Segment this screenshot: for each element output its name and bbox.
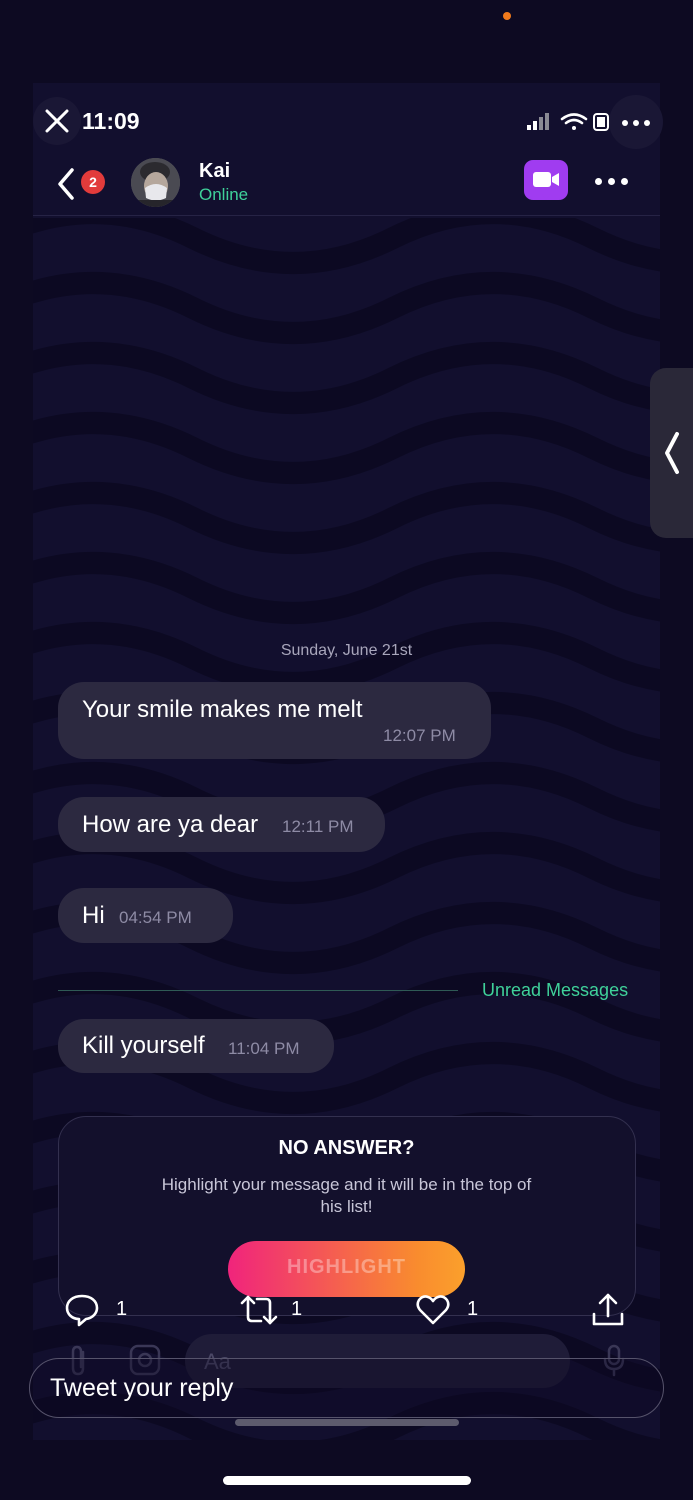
message-bubble[interactable]: How are ya dear 12:11 PM [58, 797, 385, 852]
scroll-indicator [235, 1419, 459, 1426]
share-action[interactable] [590, 1290, 630, 1330]
notification-dot [503, 12, 511, 20]
status-indicators [527, 113, 609, 131]
message-text: Kill yourself [82, 1032, 205, 1059]
message-text: How are ya dear [82, 811, 259, 838]
back-button[interactable] [52, 164, 82, 204]
message-time: 12:11 PM [282, 817, 354, 836]
side-panel-handle[interactable] [650, 368, 693, 538]
more-dot-icon [622, 120, 628, 126]
header-divider [33, 215, 660, 216]
battery-icon [593, 113, 609, 131]
browser-more-button[interactable] [609, 95, 663, 149]
heart-icon [416, 1295, 450, 1325]
message-time: 12:07 PM [383, 726, 456, 745]
more-dot-icon [621, 178, 628, 185]
close-button[interactable] [33, 97, 81, 145]
message-time: 11:04 PM [228, 1039, 300, 1058]
more-dot-icon [633, 120, 639, 126]
home-indicator[interactable] [223, 1476, 471, 1485]
message-text: Hi [82, 902, 105, 929]
unread-divider [58, 990, 458, 991]
avatar[interactable] [131, 158, 180, 207]
more-dot-icon [595, 178, 602, 185]
close-icon [45, 109, 69, 133]
highlight-button-label: HIGHLIGHT [287, 1256, 406, 1278]
speech-bubble-icon [65, 1294, 99, 1327]
share-icon [592, 1293, 624, 1326]
more-dot-icon [608, 178, 615, 185]
contact-status: Online [199, 185, 249, 204]
like-action[interactable]: 1 [415, 1290, 485, 1330]
chevron-left-icon [665, 432, 679, 474]
reply-count: 1 [116, 1298, 128, 1320]
unread-count-badge: 2 [81, 170, 105, 194]
video-camera-icon [533, 172, 559, 200]
date-separator: Sunday, June 21st [280, 642, 413, 659]
like-count: 1 [467, 1298, 479, 1320]
unread-messages-label: Unread Messages [482, 980, 629, 1000]
status-time: 11:09 [82, 108, 140, 134]
message-text: Your smile makes me melt [82, 696, 363, 723]
message-time: 04:54 PM [119, 908, 192, 927]
card-title: NO ANSWER? [278, 1137, 415, 1159]
contact-name[interactable]: Kai [199, 160, 230, 183]
video-call-button[interactable] [524, 160, 568, 200]
avatar-photo [131, 158, 180, 207]
message-bubble[interactable]: Kill yourself 11:04 PM [58, 1019, 334, 1073]
message-bubble[interactable]: Your smile makes me melt 12:07 PM [58, 682, 491, 759]
retweet-count: 1 [291, 1298, 303, 1320]
retweet-icon [240, 1295, 278, 1325]
tweet-reply-placeholder: Tweet your reply [50, 1374, 234, 1402]
chevron-left-icon [58, 168, 74, 200]
card-description: Highlight your message and it will be in… [161, 1175, 532, 1216]
wifi-icon [560, 113, 588, 130]
reply-action[interactable]: 1 [64, 1290, 134, 1330]
chat-options-button[interactable] [592, 177, 632, 187]
more-dot-icon [644, 120, 650, 126]
retweet-action[interactable]: 1 [239, 1290, 309, 1330]
cellular-signal-icon [527, 113, 549, 130]
message-bubble[interactable]: Hi 04:54 PM [58, 888, 233, 943]
